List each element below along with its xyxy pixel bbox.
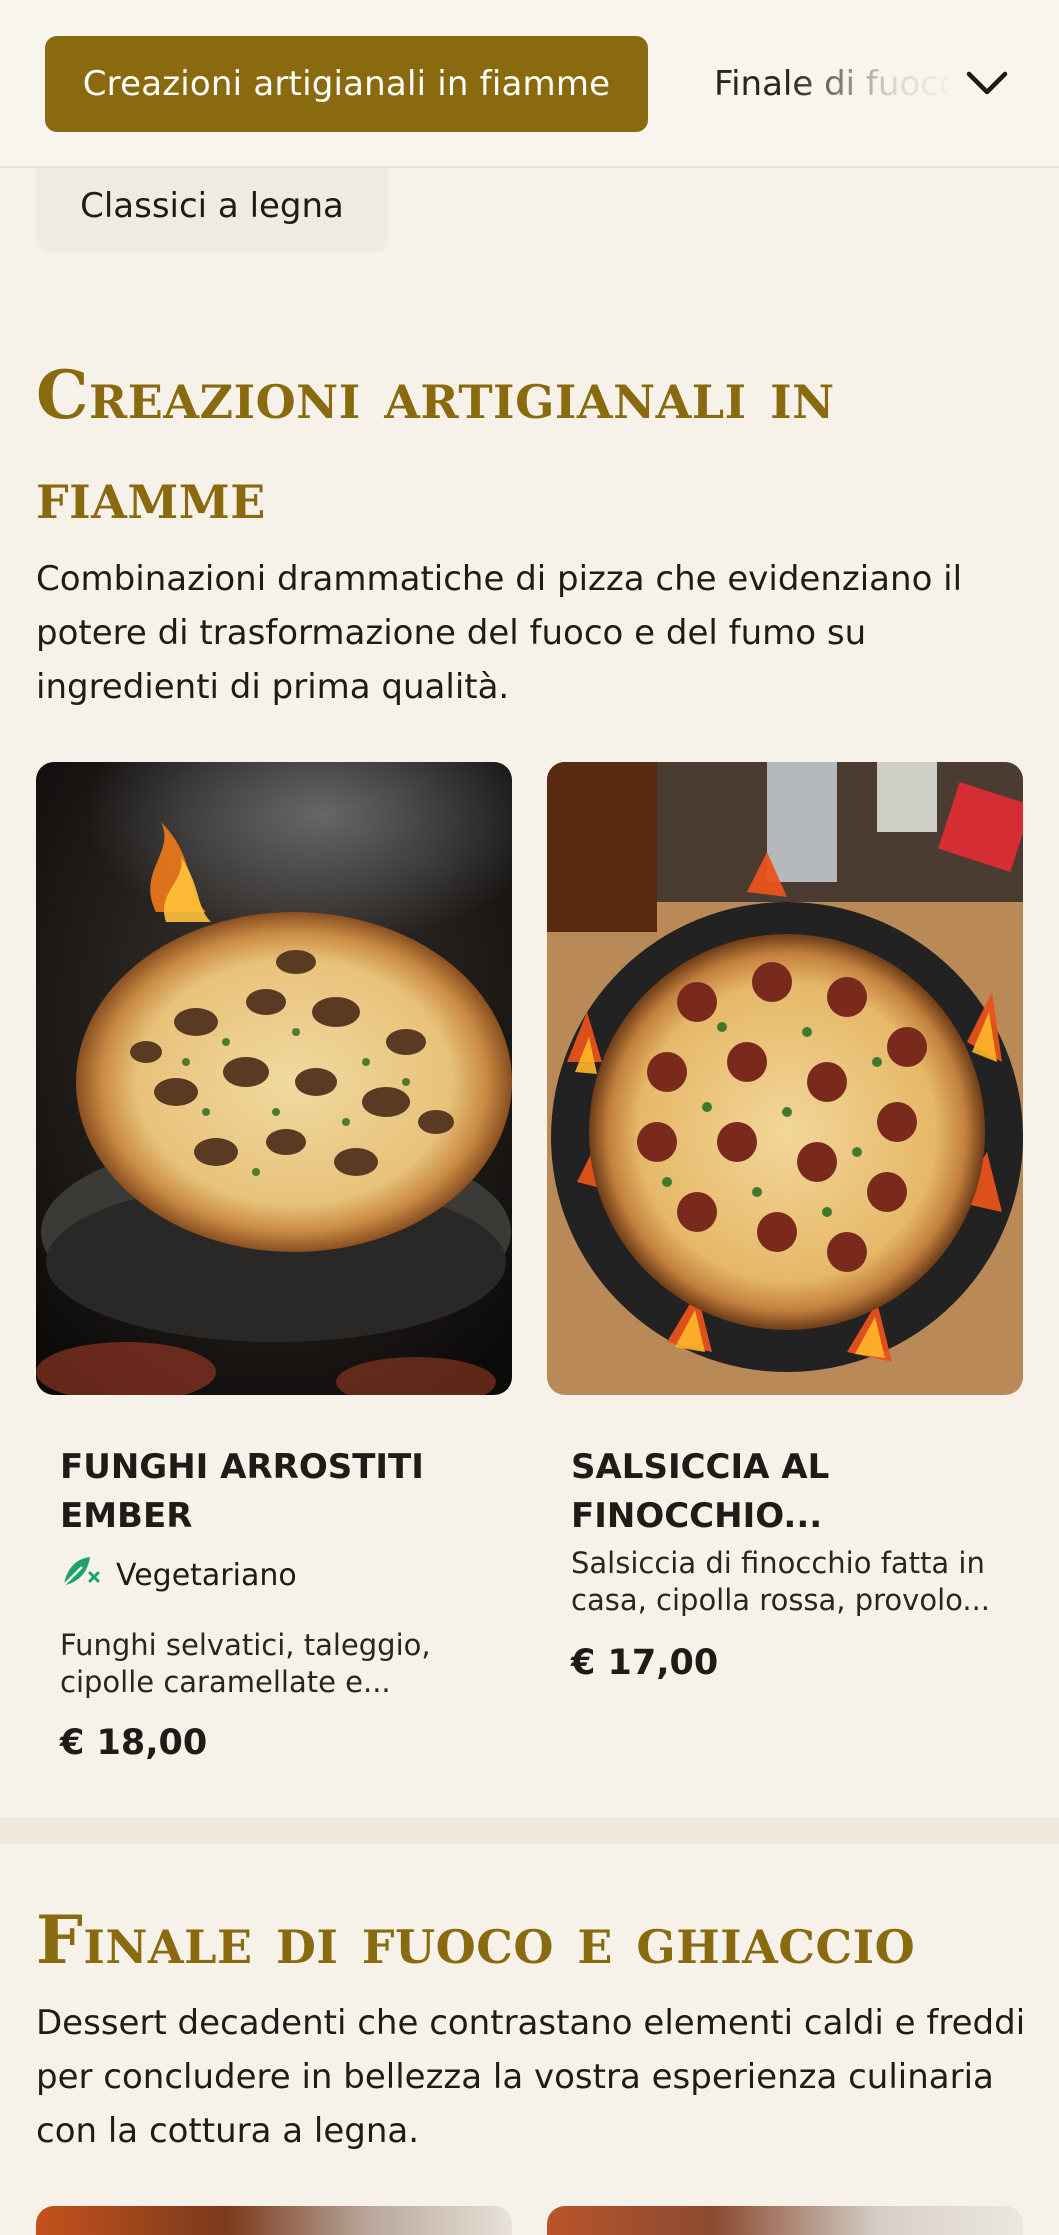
- category-tab-classici[interactable]: Classici a legna: [36, 160, 388, 252]
- scroll-fade-overlay: [790, 36, 960, 132]
- category-nav-bar: Creazioni artigianali in fiamme Finale d…: [0, 0, 1059, 168]
- leaf-icon: [60, 1553, 102, 1597]
- chevron-down-icon[interactable]: [962, 58, 1012, 108]
- dessert-image[interactable]: [36, 2206, 512, 2235]
- section-description: Dessert decadenti che contrastano elemen…: [36, 2003, 1026, 2151]
- category-tab-active[interactable]: Creazioni artigianali in fiamme: [45, 36, 648, 132]
- vegetarian-badge: Vegetariano: [60, 1553, 297, 1597]
- section-title: Creazioni artigianali in fiamme: [36, 356, 835, 534]
- item-name[interactable]: SALSICCIA AL FINOCCHIO...: [571, 1443, 991, 1541]
- item-description: Salsiccia di finocchio fatta in casa, ci…: [571, 1546, 991, 1617]
- pizza-image-funghi[interactable]: [36, 762, 512, 1395]
- item-description: Funghi selvatici, taleggio, cipolle cara…: [60, 1628, 431, 1699]
- item-name[interactable]: FUNGHI ARROSTITI EMBER: [60, 1443, 480, 1541]
- section-divider: [0, 1818, 1059, 1844]
- item-price: € 18,00: [60, 1723, 208, 1763]
- section-title: Finale di fuoco e ghiaccio: [36, 1901, 916, 1979]
- section-description: Combinazioni drammatiche di pizza che ev…: [36, 559, 963, 707]
- badge-label: Vegetariano: [116, 1557, 297, 1593]
- dessert-image[interactable]: [547, 2206, 1023, 2235]
- item-price: € 17,00: [571, 1643, 719, 1683]
- pizza-image-salsiccia[interactable]: [547, 762, 1023, 1395]
